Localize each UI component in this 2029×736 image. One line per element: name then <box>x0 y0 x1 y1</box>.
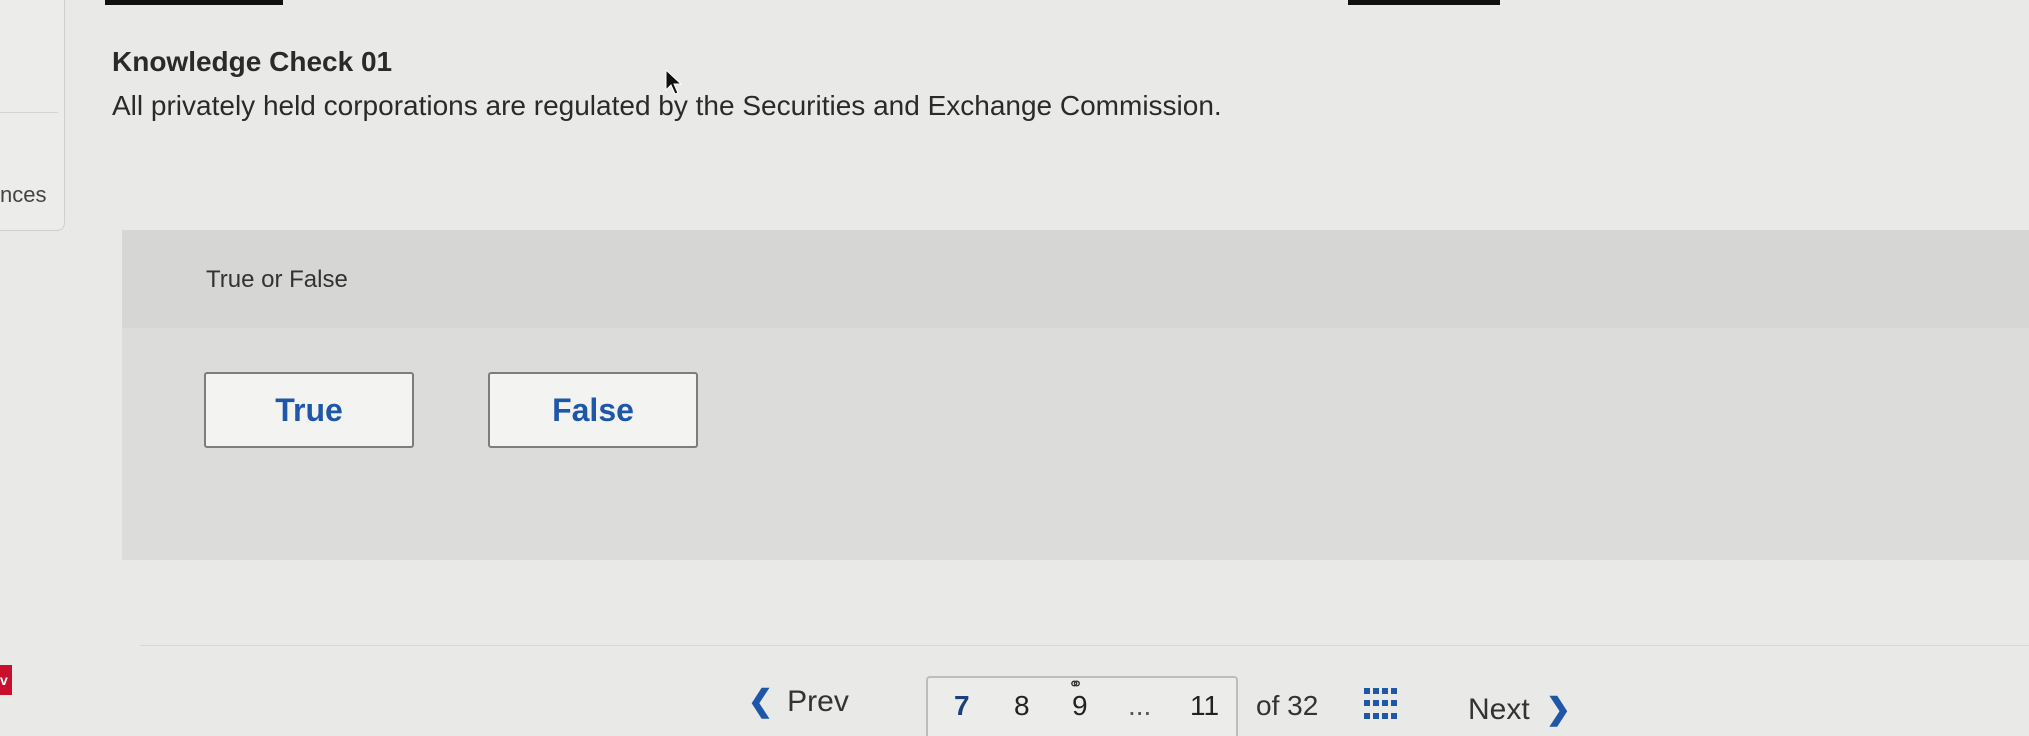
page-7[interactable]: 7 <box>954 690 970 722</box>
side-divider <box>0 112 58 113</box>
page-ellipsis: ... <box>1128 690 1152 721</box>
answer-type-label: True or False <box>206 266 348 293</box>
footer-divider <box>140 645 2029 646</box>
page-11[interactable]: 11 <box>1190 690 1219 722</box>
answer-panel: True or False True False <box>122 230 2029 560</box>
true-button[interactable]: True <box>204 372 414 448</box>
page-9[interactable]: 9 <box>1072 690 1088 722</box>
page-title: Knowledge Check 01 <box>112 46 393 77</box>
page-selector[interactable]: 7 8 ⚭ 9 ... 11 <box>926 674 1238 736</box>
side-panel-label[interactable]: nces <box>0 182 46 208</box>
page-total: of 32 <box>1256 690 1319 721</box>
side-badge: v <box>0 665 12 695</box>
page-8[interactable]: 8 <box>1014 690 1030 722</box>
top-bar-right <box>1348 0 1500 5</box>
false-button[interactable]: False <box>488 372 698 448</box>
mouse-cursor-icon <box>665 68 683 95</box>
prev-button[interactable]: ❮ Prev <box>748 684 849 719</box>
prev-label: Prev <box>787 684 849 718</box>
chevron-left-icon: ❮ <box>748 685 774 718</box>
top-bar-left <box>105 0 283 5</box>
next-label: Next <box>1468 692 1530 726</box>
answer-panel-header: True or False <box>122 230 2029 328</box>
grid-icon[interactable] <box>1364 688 1398 722</box>
